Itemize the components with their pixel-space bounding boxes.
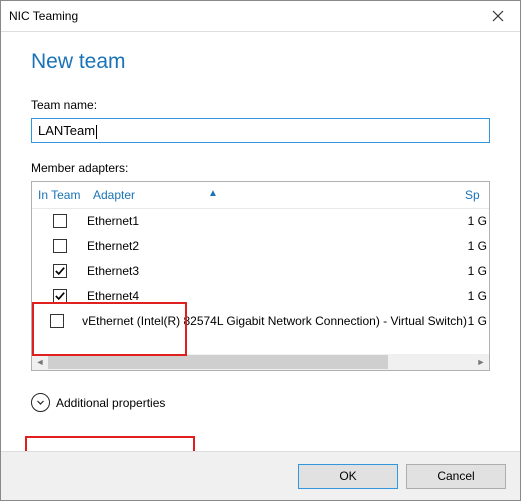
table-row[interactable]: Ethernet3 1 G: [32, 258, 489, 283]
column-adapter[interactable]: Adapter ▲: [93, 188, 465, 202]
checkbox[interactable]: [53, 264, 67, 278]
table-row[interactable]: Ethernet2 1 G: [32, 233, 489, 258]
table-row[interactable]: vEthernet (Intel(R) 82574L Gigabit Netwo…: [32, 308, 489, 333]
dialog-footer: OK Cancel: [1, 451, 520, 500]
chevron-down-icon: [31, 393, 50, 412]
dialog-window: NIC Teaming New team Team name: LANTeam …: [0, 0, 521, 501]
adapter-name: Ethernet2: [87, 239, 465, 253]
scroll-track[interactable]: [48, 354, 473, 370]
adapter-name: vEthernet (Intel(R) 82574L Gigabit Netwo…: [82, 314, 467, 328]
close-icon: [492, 10, 504, 22]
dialog-body: New team Team name: LANTeam Member adapt…: [1, 32, 520, 451]
adapter-speed: 1 G: [465, 264, 489, 278]
checkbox[interactable]: [53, 214, 67, 228]
adapter-speed: 1 G: [465, 239, 489, 253]
table-row[interactable]: Ethernet1 1 G: [32, 208, 489, 233]
adapter-name: Ethernet4: [87, 289, 465, 303]
member-adapters-label: Member adapters:: [31, 161, 490, 175]
member-adapters-grid: In Team Adapter ▲ Sp Ethernet1 1 G Ether…: [31, 181, 490, 371]
adapter-name: Ethernet1: [87, 214, 465, 228]
grid-header: In Team Adapter ▲ Sp: [32, 182, 489, 209]
window-title: NIC Teaming: [9, 9, 78, 23]
column-adapter-label: Adapter: [93, 188, 135, 202]
adapter-name: Ethernet3: [87, 264, 465, 278]
horizontal-scrollbar[interactable]: ◄ ►: [32, 354, 489, 370]
scroll-left-icon[interactable]: ◄: [32, 354, 48, 370]
additional-properties-label: Additional properties: [56, 396, 165, 410]
team-name-value: LANTeam: [38, 123, 95, 138]
checkbox[interactable]: [50, 314, 64, 328]
column-speed[interactable]: Sp: [465, 188, 489, 202]
scroll-right-icon[interactable]: ►: [473, 354, 489, 370]
titlebar: NIC Teaming: [1, 1, 520, 32]
team-name-input[interactable]: LANTeam: [31, 118, 490, 143]
annotation-highlight-additional: [25, 436, 195, 451]
close-button[interactable]: [475, 1, 520, 31]
column-in-team[interactable]: In Team: [32, 188, 93, 202]
checkbox[interactable]: [53, 289, 67, 303]
grid-body: Ethernet1 1 G Ethernet2 1 G Ethernet3 1 …: [32, 208, 489, 354]
adapter-speed: 1 G: [465, 289, 489, 303]
cancel-button[interactable]: Cancel: [406, 464, 506, 489]
adapter-speed: 1 G: [465, 214, 489, 228]
scroll-thumb[interactable]: [48, 355, 388, 369]
text-caret: [96, 125, 97, 139]
page-title: New team: [31, 50, 490, 74]
sort-ascending-icon: ▲: [208, 188, 218, 199]
team-name-label: Team name:: [31, 98, 490, 112]
table-row[interactable]: Ethernet4 1 G: [32, 283, 489, 308]
adapter-speed: 1 G: [467, 314, 489, 328]
checkbox[interactable]: [53, 239, 67, 253]
additional-properties-toggle[interactable]: Additional properties: [31, 393, 490, 412]
ok-button[interactable]: OK: [298, 464, 398, 489]
